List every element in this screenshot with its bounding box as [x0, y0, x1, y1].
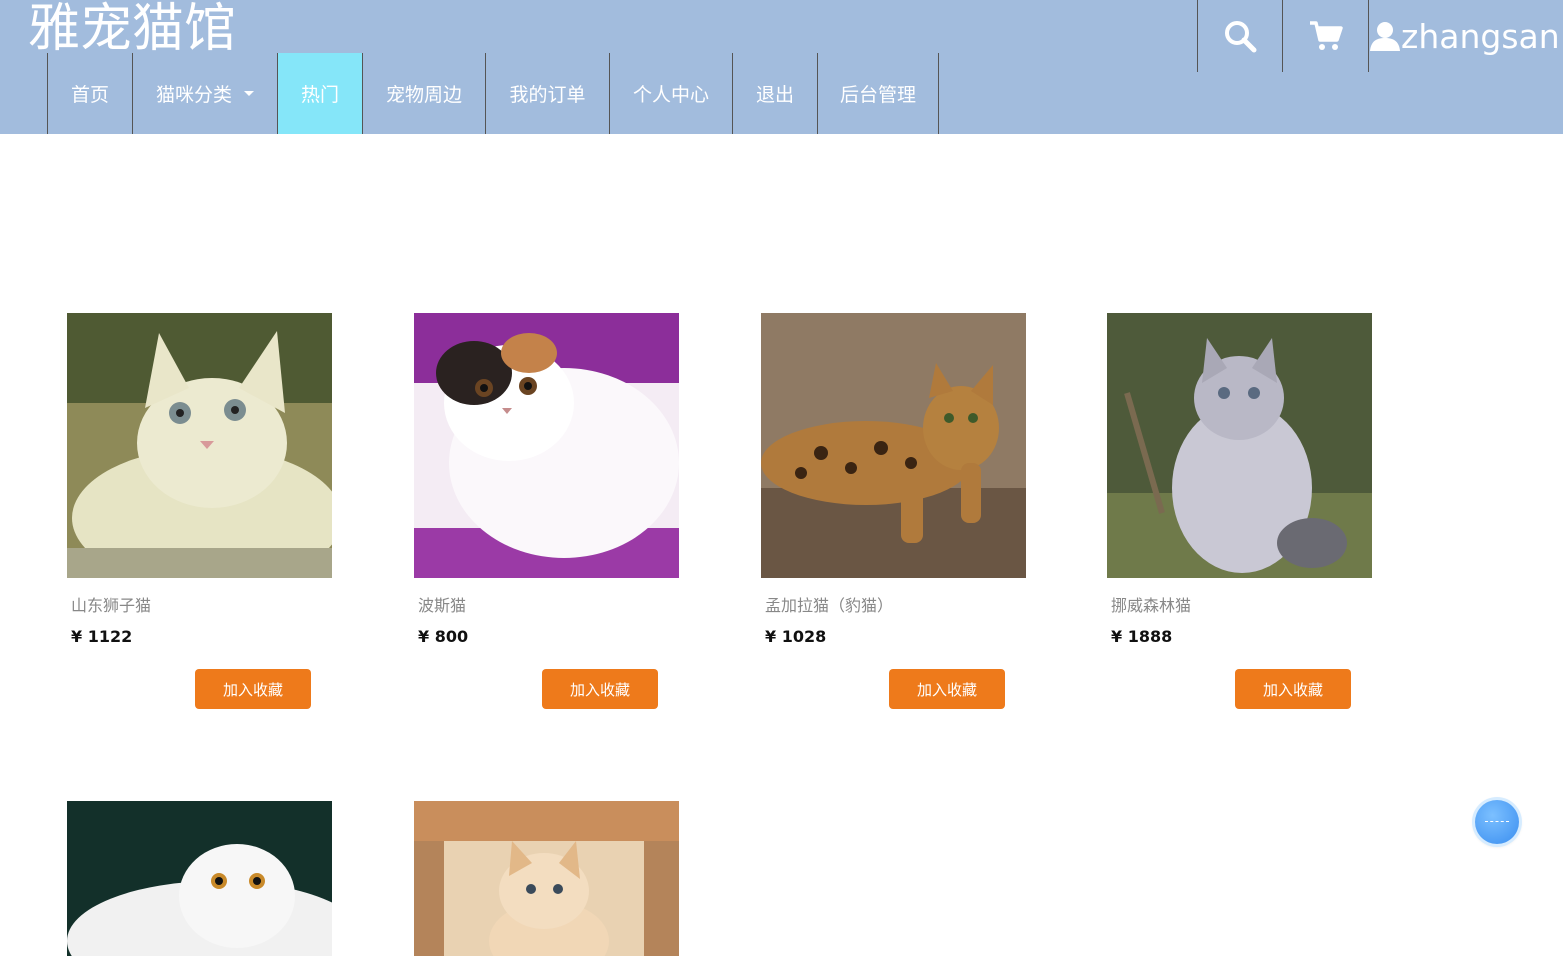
nav-home[interactable]: 首页 — [47, 53, 132, 134]
nav-my-orders[interactable]: 我的订单 — [485, 53, 609, 134]
product-price: ¥ 800 — [418, 627, 469, 646]
user-menu[interactable]: zhangsan — [1368, 0, 1563, 72]
product-price: ¥ 1028 — [765, 627, 827, 646]
caret-down-icon — [244, 91, 254, 96]
nav-home-label: 首页 — [70, 84, 109, 106]
search-button[interactable] — [1197, 0, 1282, 72]
product-name[interactable]: 山东狮子猫 — [71, 592, 151, 616]
site-logo[interactable]: 雅宠猫馆 — [28, 0, 236, 58]
product-image[interactable] — [414, 801, 679, 956]
product-name[interactable]: 孟加拉猫（豹猫） — [765, 592, 893, 616]
nav-pet-supplies[interactable]: 宠物周边 — [362, 53, 485, 134]
product-price: ¥ 1888 — [1111, 627, 1173, 646]
nav-cat-category-label: 猫咪分类 — [155, 84, 232, 106]
product-image[interactable] — [414, 313, 679, 578]
assistant-icon — [1485, 821, 1509, 822]
nav-pet-supplies-label: 宠物周边 — [385, 84, 462, 106]
nav-my-orders-label: 我的订单 — [509, 84, 586, 106]
add-to-favorites-button[interactable]: 加入收藏 — [1235, 669, 1351, 709]
nav-personal-center-label: 个人中心 — [632, 84, 709, 106]
product-card: 孟加拉猫（豹猫） ¥ 1028 加入收藏 — [761, 313, 1026, 709]
nav-admin-label: 后台管理 — [839, 84, 916, 106]
nav-hot-label: 热门 — [300, 84, 339, 106]
nav-admin[interactable]: 后台管理 — [817, 53, 939, 134]
username-label: zhangsan — [1401, 16, 1560, 56]
product-card — [414, 801, 679, 956]
product-image[interactable] — [67, 313, 332, 578]
product-card: 挪威森林猫 ¥ 1888 加入收藏 — [1107, 313, 1372, 709]
main-nav: 首页 猫咪分类 热门 宠物周边 我的订单 个人中心 退出 后台管理 — [47, 53, 939, 134]
product-name[interactable]: 波斯猫 — [418, 592, 466, 616]
top-header: 雅宠猫馆 zhangsan 首页 猫咪分类 热门 宠物周边 我的订单 个人中心 … — [0, 0, 1563, 134]
product-card: 山东狮子猫 ¥ 1122 加入收藏 — [67, 313, 332, 709]
product-price: ¥ 1122 — [71, 627, 133, 646]
nav-cat-category[interactable]: 猫咪分类 — [132, 53, 277, 134]
nav-logout[interactable]: 退出 — [732, 53, 817, 134]
nav-personal-center[interactable]: 个人中心 — [609, 53, 732, 134]
product-card: 波斯猫 ¥ 800 加入收藏 — [414, 313, 679, 709]
floating-assistant-button[interactable] — [1475, 800, 1519, 844]
nav-hot[interactable]: 热门 — [277, 53, 362, 134]
add-to-favorites-button[interactable]: 加入收藏 — [542, 669, 658, 709]
add-to-favorites-button[interactable]: 加入收藏 — [195, 669, 311, 709]
nav-logout-label: 退出 — [755, 84, 794, 106]
product-name[interactable]: 挪威森林猫 — [1111, 592, 1191, 616]
cart-button[interactable] — [1282, 0, 1368, 72]
product-image[interactable] — [761, 313, 1026, 578]
cart-icon — [1309, 21, 1343, 50]
add-to-favorites-button[interactable]: 加入收藏 — [889, 669, 1005, 709]
search-icon — [1225, 21, 1257, 53]
product-image[interactable] — [1107, 313, 1372, 578]
user-icon — [1370, 22, 1400, 51]
product-image[interactable] — [67, 801, 332, 956]
product-card — [67, 801, 332, 956]
